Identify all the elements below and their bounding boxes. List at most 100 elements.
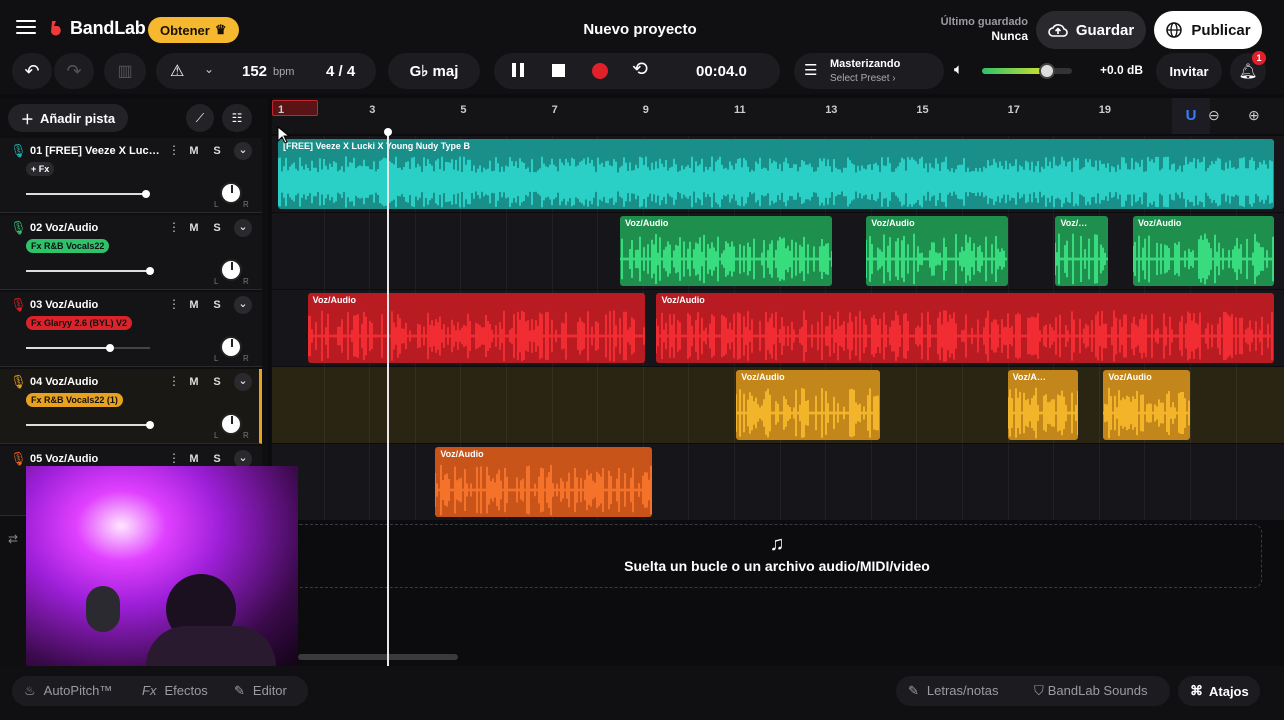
track-menu-icon[interactable]: ⋮	[168, 220, 180, 234]
add-track-button[interactable]: ＋ Añadir pista	[8, 104, 128, 132]
track-name[interactable]: 05 Voz/Audio	[30, 453, 98, 465]
horizontal-scrollbar[interactable]	[298, 654, 458, 660]
master-volume-slider[interactable]	[982, 63, 1072, 79]
editor-button[interactable]: ✎ Editor	[234, 683, 287, 699]
publish-button[interactable]: Publicar	[1154, 11, 1262, 49]
metronome-icon[interactable]: ⚠	[170, 61, 184, 81]
master-volume-knob[interactable]	[1038, 63, 1055, 79]
track-lane[interactable]: Voz/Audio Voz/A… Voz/Audio	[272, 367, 1284, 443]
pan-knob[interactable]	[220, 336, 242, 358]
piano-button[interactable]: ▥	[104, 53, 146, 89]
track-volume-handle[interactable]	[146, 421, 154, 429]
autopitch-button[interactable]: ♨ AutoPitch™	[24, 683, 112, 699]
pause-button[interactable]	[512, 63, 524, 77]
mute-button[interactable]: M	[184, 143, 204, 159]
audio-clip[interactable]: Voz/A…	[1007, 370, 1079, 440]
get-membership-button[interactable]: Obtener ♛	[148, 17, 239, 43]
track-menu-icon[interactable]: ⋮	[168, 451, 180, 465]
audio-clip[interactable]: Voz/Audio	[736, 370, 880, 440]
record-button[interactable]	[592, 63, 608, 79]
effects-button[interactable]: Fx Efectos	[142, 683, 208, 698]
fx-chain-badge[interactable]: + Fx	[26, 162, 55, 176]
chevron-down-icon[interactable]: ⌄	[234, 219, 252, 237]
track-name[interactable]: 04 Voz/Audio	[30, 376, 98, 388]
track-volume-handle[interactable]	[142, 190, 150, 198]
audio-clip[interactable]: Voz/Audio	[656, 293, 1274, 363]
fx-chain-badge[interactable]: Fx Glaryy 2.6 (BYL) V2	[26, 316, 133, 330]
bandlab-logo[interactable]: BandLab	[48, 18, 146, 39]
solo-button[interactable]: S	[207, 451, 227, 467]
audio-clip[interactable]: Voz/Audio	[1103, 370, 1190, 440]
stop-button[interactable]	[552, 64, 565, 77]
solo-button[interactable]: S	[207, 220, 227, 236]
audio-clip[interactable]: Voz/Audio	[307, 293, 646, 363]
last-saved-label: Último guardado	[940, 16, 1028, 28]
clip-waveform	[435, 464, 652, 516]
audio-clip[interactable]: Voz/Audio	[620, 216, 833, 286]
tempo-value[interactable]: 152	[242, 63, 267, 80]
audio-clip[interactable]: Voz/Audio	[1133, 216, 1274, 286]
solo-button[interactable]: S	[207, 143, 227, 159]
audio-clip[interactable]: Voz/Audio	[866, 216, 1008, 286]
save-button[interactable]: Guardar	[1036, 11, 1146, 49]
speaker-icon[interactable]: 🔈︎	[954, 61, 963, 78]
track-lane[interactable]: Voz/Audio	[272, 444, 1284, 520]
snap-magnet-icon[interactable]: U	[1172, 98, 1210, 134]
shortcuts-button[interactable]: ⌘ Atajos	[1178, 676, 1260, 706]
track-lane[interactable]: Voz/Audio Voz/Audio Voz/… Voz/Audio	[272, 213, 1284, 289]
pan-knob[interactable]	[220, 259, 242, 281]
chevron-down-icon[interactable]: ⌄	[234, 142, 252, 160]
track-header[interactable]: 🎙︎ 03 Voz/Audio ⋮ M S ⌄ Fx Glaryy 2.6 (BYL) V2…	[0, 292, 262, 367]
sounds-button[interactable]: ⛉ BandLab Sounds	[1034, 683, 1148, 699]
track-name[interactable]: 01 [FREE] Veeze X Luc…	[30, 145, 160, 157]
mute-button[interactable]: M	[184, 451, 204, 467]
project-title[interactable]: Nuevo proyecto	[540, 21, 740, 38]
playhead-handle[interactable]	[384, 128, 393, 136]
playhead[interactable]	[384, 128, 393, 666]
track-settings-button[interactable]: ☷	[222, 104, 252, 132]
drop-zone[interactable]: ♫ Suelta un bucle o un archivo audio/MID…	[292, 524, 1262, 588]
mute-button[interactable]: M	[184, 374, 204, 390]
track-header[interactable]: 🎙︎ 02 Voz/Audio ⋮ M S ⌄ Fx R&B Vocals22 L R	[0, 215, 262, 290]
redo-button[interactable]: ↷	[54, 53, 94, 89]
mute-button[interactable]: M	[184, 220, 204, 236]
notifications-button[interactable]: 🔔︎ 1	[1230, 51, 1266, 89]
track-volume-handle[interactable]	[106, 344, 114, 352]
automation-button[interactable]: ⟋	[186, 104, 214, 132]
solo-button[interactable]: S	[207, 297, 227, 313]
track-menu-icon[interactable]: ⋮	[168, 143, 180, 157]
track-name[interactable]: 03 Voz/Audio	[30, 299, 98, 311]
invite-button[interactable]: Invitar	[1156, 53, 1222, 89]
track-volume-handle[interactable]	[146, 267, 154, 275]
track-header[interactable]: 🎙︎ 04 Voz/Audio ⋮ M S ⌄ Fx R&B Vocals22 (1) L R	[0, 369, 262, 444]
time-signature[interactable]: 4 / 4	[326, 63, 355, 80]
key-selector[interactable]: G♭ maj	[388, 53, 480, 89]
audio-clip[interactable]: Voz/Audio	[435, 447, 652, 517]
track-name[interactable]: 02 Voz/Audio	[30, 222, 98, 234]
zoom-in-icon[interactable]: ⊕	[1248, 107, 1260, 124]
timeline-ruler[interactable]: 1 3 5 7 9 11 13 15 17 19 U ⊖ ⊕	[272, 98, 1284, 134]
track-menu-icon[interactable]: ⋮	[168, 374, 180, 388]
fx-chain-badge[interactable]: Fx R&B Vocals22 (1)	[26, 393, 123, 407]
track-lane[interactable]: Voz/Audio Voz/Audio	[272, 290, 1284, 366]
menu-icon[interactable]	[16, 16, 38, 38]
fx-chain-badge[interactable]: Fx R&B Vocals22	[26, 239, 110, 253]
chevron-down-icon[interactable]: ⌄	[234, 296, 252, 314]
chevron-down-icon[interactable]: ⌄	[234, 373, 252, 391]
track-menu-icon[interactable]: ⋮	[168, 297, 180, 311]
pan-knob[interactable]	[220, 413, 242, 435]
mute-button[interactable]: M	[184, 297, 204, 313]
audio-clip[interactable]: Voz/…	[1055, 216, 1108, 286]
solo-button[interactable]: S	[207, 374, 227, 390]
track-header[interactable]: 🎙︎ 01 [FREE] Veeze X Luc… ⋮ M S ⌄ + Fx L R	[0, 138, 262, 213]
track-lane[interactable]: [FREE] Veeze X Lucki X Young Nudy Type B	[272, 136, 1284, 212]
lyrics-button[interactable]: ✎ Letras/notas	[908, 683, 998, 699]
undo-button[interactable]: ↶	[12, 53, 52, 89]
mastering-button[interactable]: ☰ Masterizando Select Preset ›	[794, 53, 944, 89]
loop-icon[interactable]: ⟲	[632, 58, 648, 81]
chevron-down-icon[interactable]: ⌄	[204, 62, 214, 76]
master-fx-icon[interactable]: ⇄	[8, 532, 18, 546]
zoom-out-icon[interactable]: ⊖	[1208, 107, 1220, 124]
pan-knob[interactable]	[220, 182, 242, 204]
audio-clip[interactable]: [FREE] Veeze X Lucki X Young Nudy Type B	[278, 139, 1274, 209]
